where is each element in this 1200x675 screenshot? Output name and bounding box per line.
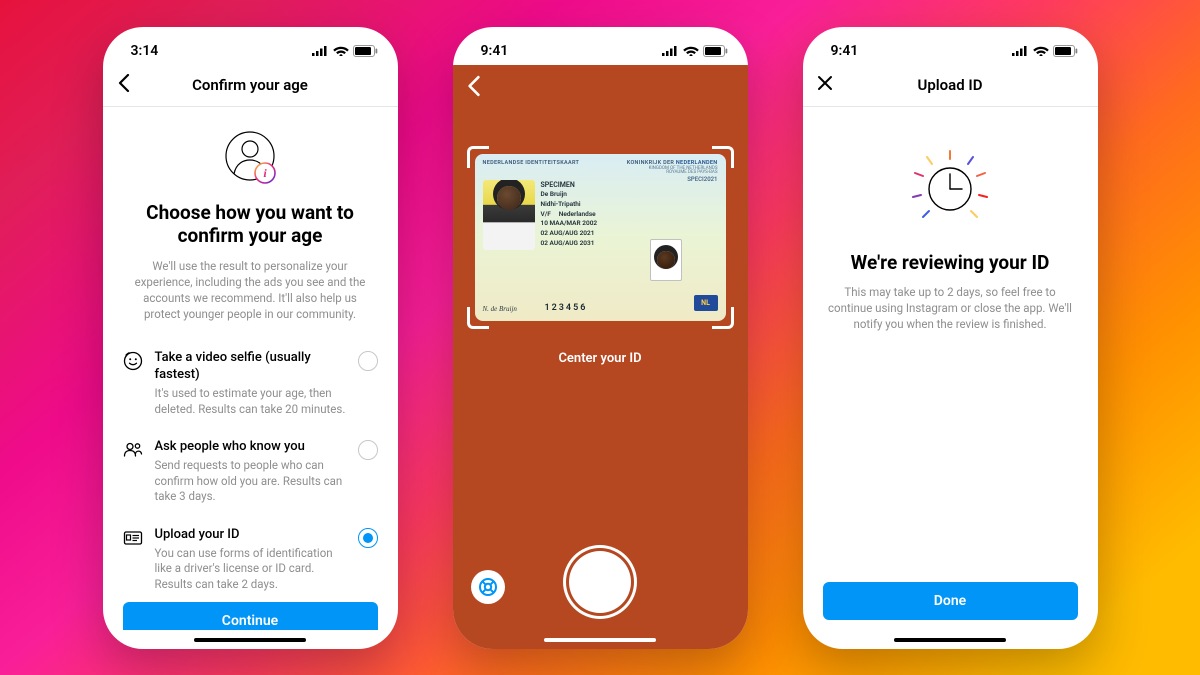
option-upload-id[interactable]: Upload your ID You can use forms of iden… bbox=[123, 517, 378, 602]
status-time: 3:14 bbox=[131, 43, 159, 59]
wifi-icon bbox=[683, 45, 699, 56]
battery-icon bbox=[353, 45, 378, 57]
option-desc: You can use forms of identification like… bbox=[155, 546, 346, 593]
signal-icon bbox=[312, 45, 329, 56]
id-header-right: KONINKRIJK DER bbox=[627, 160, 674, 166]
option-title: Upload your ID bbox=[155, 527, 346, 544]
home-indicator[interactable] bbox=[544, 638, 656, 642]
back-icon[interactable] bbox=[117, 73, 131, 97]
id-card-icon bbox=[123, 528, 143, 552]
id-header-nl: NEDERLANDEN bbox=[676, 160, 718, 166]
status-icons bbox=[1012, 45, 1078, 57]
clock-icon bbox=[823, 149, 1078, 229]
phone-confirm-age: 3:14 Confirm your age bbox=[103, 27, 398, 649]
signal-icon bbox=[1012, 45, 1029, 56]
nav-title: Confirm your age bbox=[192, 76, 308, 94]
option-title: Take a video selfie (usually fastest) bbox=[155, 350, 346, 384]
radio-unselected[interactable] bbox=[358, 440, 378, 460]
status-bar: 9:41 bbox=[453, 27, 748, 65]
nav-bar: Upload ID bbox=[803, 65, 1098, 107]
id-docnum: 123456 bbox=[545, 303, 588, 313]
option-desc: It's used to estimate your age, then del… bbox=[155, 386, 346, 417]
id-sex: V/F bbox=[541, 210, 551, 220]
id-speci: SPECI2021 bbox=[687, 176, 717, 183]
profile-info-icon: i bbox=[123, 129, 378, 187]
page-subtext: We'll use the result to personalize your… bbox=[123, 258, 378, 322]
status-bar: 3:14 bbox=[103, 27, 398, 65]
status-bar: 9:41 bbox=[803, 27, 1098, 65]
lifebuoy-icon bbox=[478, 577, 498, 597]
nav-bar: Confirm your age bbox=[103, 65, 398, 107]
page-subtext: This may take up to 2 days, so feel free… bbox=[823, 284, 1078, 332]
page-heading: Choose how you want to confirm your age bbox=[123, 201, 378, 249]
id-sub2: ROYAUME DES PAYS-BAS bbox=[483, 171, 718, 176]
id-frame: NEDERLANDSE IDENTITEITSKAART KONINKRIJK … bbox=[471, 150, 730, 325]
content-area: i Choose how you want to confirm your ag… bbox=[103, 107, 398, 630]
center-id-label: Center your ID bbox=[453, 351, 748, 366]
id-dob: 10 MAA/MAR 2002 bbox=[541, 219, 718, 229]
radio-unselected[interactable] bbox=[358, 351, 378, 371]
wifi-icon bbox=[1033, 45, 1049, 56]
id-expiry: 02 AUG/AUG 2031 bbox=[541, 239, 718, 249]
content-area: We're reviewing your ID This may take up… bbox=[803, 107, 1098, 630]
status-icons bbox=[312, 45, 378, 57]
option-title: Ask people who know you bbox=[155, 439, 346, 456]
radio-selected[interactable] bbox=[358, 528, 378, 548]
id-nat: Nederlandse bbox=[559, 210, 596, 220]
id-signature: N. de Bruijn bbox=[483, 305, 517, 313]
id-photo bbox=[483, 180, 535, 250]
id-given: Nidhi-Tripathi bbox=[541, 200, 718, 210]
camera-viewfinder: NEDERLANDSE IDENTITEITSKAART KONINKRIJK … bbox=[453, 65, 748, 649]
id-surname: De Bruijn bbox=[541, 190, 718, 200]
id-header-left: NEDERLANDSE IDENTITEITSKAART bbox=[483, 160, 580, 166]
nav-title: Upload ID bbox=[918, 76, 983, 94]
selfie-icon bbox=[123, 351, 143, 375]
signal-icon bbox=[662, 45, 679, 56]
camera-controls bbox=[453, 538, 748, 626]
page-heading: We're reviewing your ID bbox=[823, 251, 1078, 275]
close-icon[interactable] bbox=[817, 75, 833, 95]
help-button[interactable] bbox=[471, 570, 505, 604]
status-icons bbox=[662, 45, 728, 57]
phone-reviewing-id: 9:41 Upload ID bbox=[803, 27, 1098, 649]
battery-icon bbox=[703, 45, 728, 57]
continue-button[interactable]: Continue bbox=[123, 602, 378, 629]
id-flag bbox=[694, 295, 718, 311]
battery-icon bbox=[1053, 45, 1078, 57]
id-issue: 02 AUG/AUG 2021 bbox=[541, 229, 718, 239]
home-indicator[interactable] bbox=[894, 638, 1006, 642]
id-card-preview: NEDERLANDSE IDENTITEITSKAART KONINKRIJK … bbox=[475, 154, 726, 321]
status-time: 9:41 bbox=[481, 43, 509, 59]
wifi-icon bbox=[333, 45, 349, 56]
option-desc: Send requests to people who can confirm … bbox=[155, 458, 346, 505]
option-ask-people[interactable]: Ask people who know you Send requests to… bbox=[123, 429, 378, 514]
id-thumb bbox=[650, 239, 682, 281]
home-indicator[interactable] bbox=[194, 638, 306, 642]
status-time: 9:41 bbox=[831, 43, 859, 59]
option-video-selfie[interactable]: Take a video selfie (usually fastest) It… bbox=[123, 340, 378, 427]
back-icon[interactable] bbox=[467, 75, 481, 101]
people-icon bbox=[123, 440, 143, 464]
shutter-button[interactable] bbox=[569, 551, 631, 613]
done-button[interactable]: Done bbox=[823, 582, 1078, 620]
phone-camera-id: 9:41 NEDERLANDSE IDENTITEITSKAART KONINK… bbox=[453, 27, 748, 649]
